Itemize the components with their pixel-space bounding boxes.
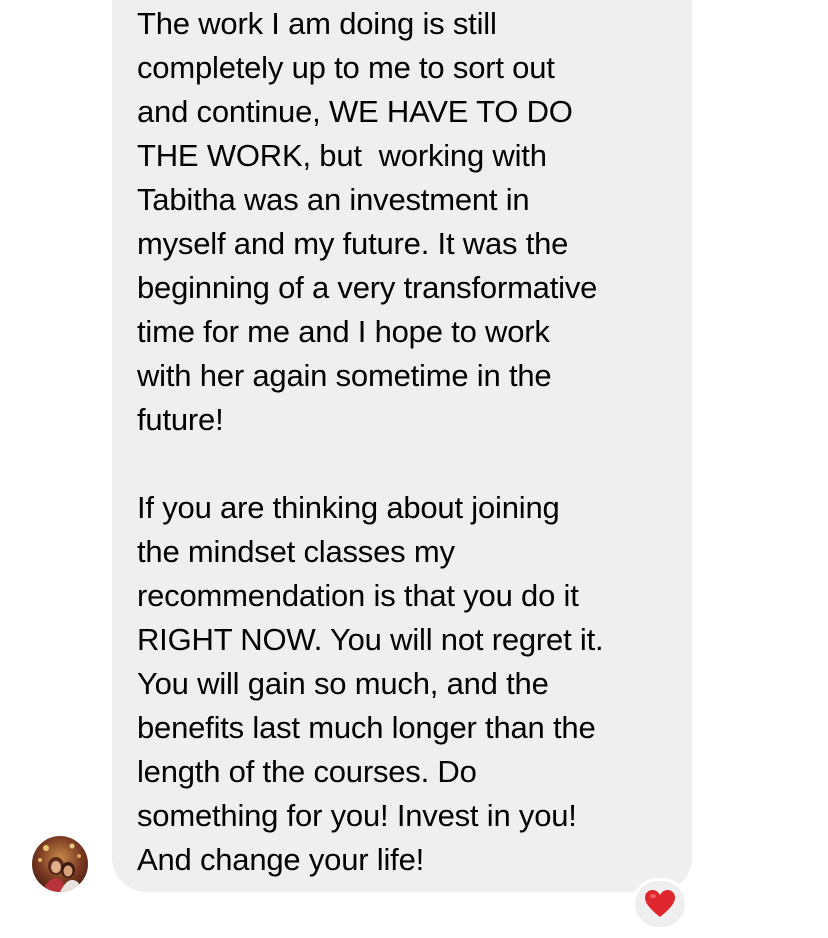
- message-line: And change your life!: [137, 842, 425, 877]
- message-line: Tabitha was an investment in: [137, 182, 530, 217]
- message-line: time for me and I hope to work: [137, 314, 550, 349]
- message-line: something for you! Invest in you!: [137, 798, 577, 833]
- avatar[interactable]: [32, 836, 88, 892]
- message-line: RIGHT NOW. You will not regret it.: [137, 622, 604, 657]
- message-line: future!: [137, 402, 224, 437]
- message-line: benefits last much longer than the: [137, 710, 596, 745]
- message-line: You will gain so much, and the: [137, 666, 549, 701]
- message-line: THE WORK, but working with: [137, 138, 547, 173]
- message-line: the mindset classes my: [137, 534, 455, 569]
- message-line: beginning of a very transformative: [137, 270, 598, 305]
- message-line: with her again sometime in the: [137, 358, 552, 393]
- avatar-photo: [32, 836, 88, 892]
- paragraph-break: [137, 442, 677, 486]
- message-line: If you are thinking about joining: [137, 490, 560, 525]
- heart-icon: [645, 890, 675, 917]
- reaction-badge[interactable]: [632, 878, 688, 930]
- message-line: myself and my future. It was the: [137, 226, 569, 261]
- message-line: The work I am doing is still: [137, 6, 497, 41]
- message-line: and continue, WE HAVE TO DO: [137, 94, 573, 129]
- message-line: recommendation is that you do it: [137, 578, 579, 613]
- message-thread: The work I am doing is still completely …: [0, 0, 828, 938]
- message-line: completely up to me to sort out: [137, 50, 555, 85]
- message-text: The work I am doing is still completely …: [137, 2, 677, 882]
- message-line: length of the courses. Do: [137, 754, 477, 789]
